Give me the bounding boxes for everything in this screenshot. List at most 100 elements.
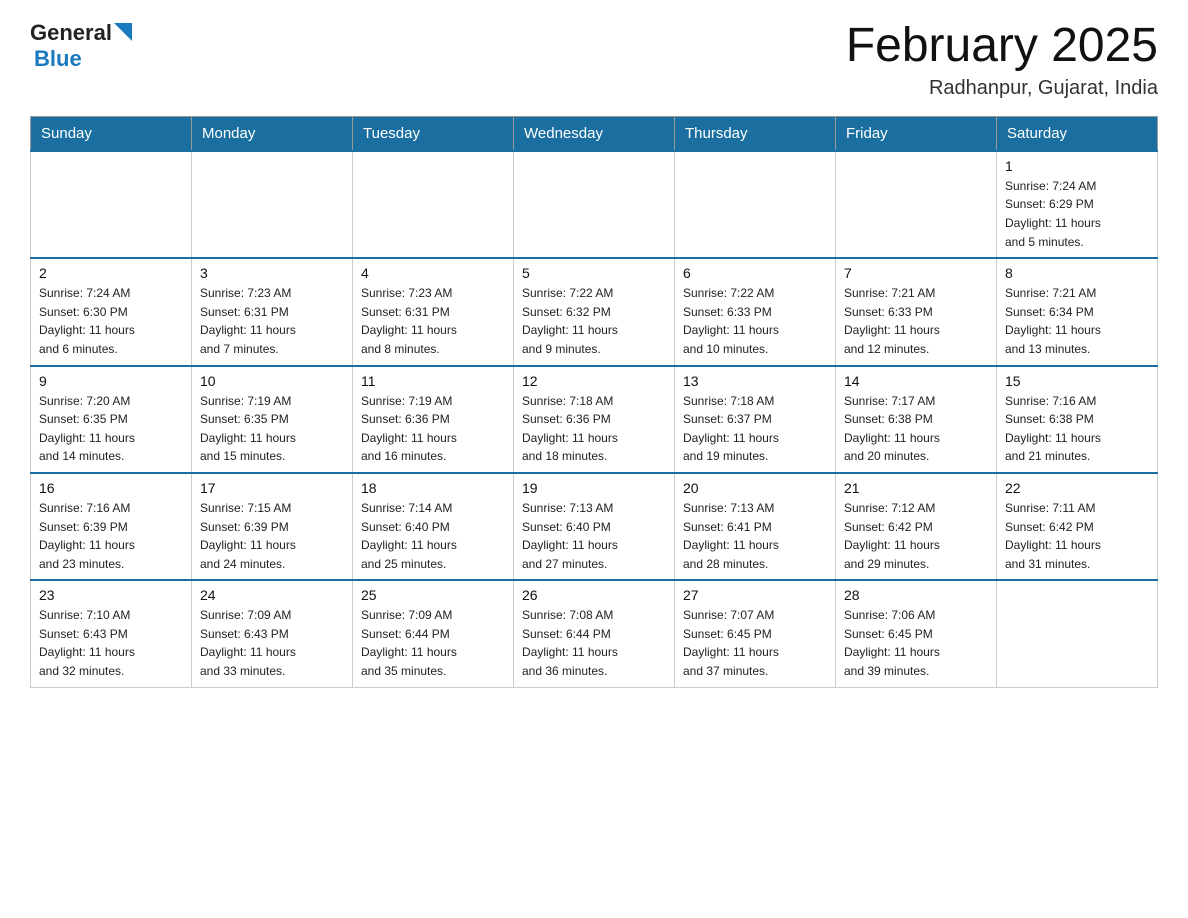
calendar-cell: 19 Sunrise: 7:13 AMSunset: 6:40 PMDayligh… bbox=[514, 473, 675, 580]
day-number: 21 bbox=[844, 480, 988, 496]
day-info: Sunrise: 7:12 AMSunset: 6:42 PMDaylight:… bbox=[844, 499, 988, 573]
day-info: Sunrise: 7:13 AMSunset: 6:41 PMDaylight:… bbox=[683, 499, 827, 573]
logo-general-text: General bbox=[30, 20, 112, 46]
day-number: 22 bbox=[1005, 480, 1149, 496]
day-number: 1 bbox=[1005, 158, 1149, 174]
day-info: Sunrise: 7:16 AMSunset: 6:39 PMDaylight:… bbox=[39, 499, 183, 573]
weekday-header-monday: Monday bbox=[192, 116, 353, 151]
day-info: Sunrise: 7:16 AMSunset: 6:38 PMDaylight:… bbox=[1005, 392, 1149, 466]
day-info: Sunrise: 7:09 AMSunset: 6:43 PMDaylight:… bbox=[200, 606, 344, 680]
day-number: 11 bbox=[361, 373, 505, 389]
calendar-cell: 20 Sunrise: 7:13 AMSunset: 6:41 PMDayligh… bbox=[675, 473, 836, 580]
day-number: 15 bbox=[1005, 373, 1149, 389]
calendar-cell: 8 Sunrise: 7:21 AMSunset: 6:34 PMDaylight… bbox=[997, 258, 1158, 365]
day-number: 12 bbox=[522, 373, 666, 389]
calendar-cell bbox=[997, 580, 1158, 687]
calendar-cell: 16Sunrise: 7:16 AMSunset: 6:39 PMDayligh… bbox=[31, 473, 192, 580]
calendar-cell: 26 Sunrise: 7:08 AMSunset: 6:44 PMDayligh… bbox=[514, 580, 675, 687]
day-info: Sunrise: 7:21 AMSunset: 6:33 PMDaylight:… bbox=[844, 284, 988, 358]
day-info: Sunrise: 7:11 AMSunset: 6:42 PMDaylight:… bbox=[1005, 499, 1149, 573]
day-info: Sunrise: 7:20 AMSunset: 6:35 PMDaylight:… bbox=[39, 392, 183, 466]
calendar-table: SundayMondayTuesdayWednesdayThursdayFrid… bbox=[30, 116, 1158, 688]
day-number: 24 bbox=[200, 587, 344, 603]
day-info: Sunrise: 7:06 AMSunset: 6:45 PMDaylight:… bbox=[844, 606, 988, 680]
month-title: February 2025 bbox=[846, 20, 1158, 73]
calendar-cell: 9 Sunrise: 7:20 AMSunset: 6:35 PMDaylight… bbox=[31, 366, 192, 473]
calendar-cell: 3Sunrise: 7:23 AMSunset: 6:31 PMDaylight… bbox=[192, 258, 353, 365]
calendar-cell: 17 Sunrise: 7:15 AMSunset: 6:39 PMDayligh… bbox=[192, 473, 353, 580]
day-info: Sunrise: 7:18 AMSunset: 6:36 PMDaylight:… bbox=[522, 392, 666, 466]
day-number: 9 bbox=[39, 373, 183, 389]
logo: General Blue bbox=[30, 20, 132, 72]
day-info: Sunrise: 7:17 AMSunset: 6:38 PMDaylight:… bbox=[844, 392, 988, 466]
calendar-cell bbox=[836, 151, 997, 258]
day-number: 10 bbox=[200, 373, 344, 389]
day-number: 28 bbox=[844, 587, 988, 603]
day-info: Sunrise: 7:22 AMSunset: 6:32 PMDaylight:… bbox=[522, 284, 666, 358]
day-number: 18 bbox=[361, 480, 505, 496]
calendar-week-row: 16Sunrise: 7:16 AMSunset: 6:39 PMDayligh… bbox=[31, 473, 1158, 580]
calendar-week-row: 9 Sunrise: 7:20 AMSunset: 6:35 PMDaylight… bbox=[31, 366, 1158, 473]
day-number: 17 bbox=[200, 480, 344, 496]
day-info: Sunrise: 7:15 AMSunset: 6:39 PMDaylight:… bbox=[200, 499, 344, 573]
day-number: 7 bbox=[844, 265, 988, 281]
calendar-cell: 11 Sunrise: 7:19 AMSunset: 6:36 PMDayligh… bbox=[353, 366, 514, 473]
logo-blue-text: Blue bbox=[34, 46, 82, 71]
day-number: 23 bbox=[39, 587, 183, 603]
weekday-header-wednesday: Wednesday bbox=[514, 116, 675, 151]
title-section: February 2025 Radhanpur, Gujarat, India bbox=[846, 20, 1158, 100]
calendar-cell: 28 Sunrise: 7:06 AMSunset: 6:45 PMDayligh… bbox=[836, 580, 997, 687]
day-info: Sunrise: 7:19 AMSunset: 6:35 PMDaylight:… bbox=[200, 392, 344, 466]
day-info: Sunrise: 7:08 AMSunset: 6:44 PMDaylight:… bbox=[522, 606, 666, 680]
calendar-cell: 18 Sunrise: 7:14 AMSunset: 6:40 PMDayligh… bbox=[353, 473, 514, 580]
calendar-cell bbox=[675, 151, 836, 258]
day-info: Sunrise: 7:07 AMSunset: 6:45 PMDaylight:… bbox=[683, 606, 827, 680]
calendar-cell: 12 Sunrise: 7:18 AMSunset: 6:36 PMDayligh… bbox=[514, 366, 675, 473]
day-number: 5 bbox=[522, 265, 666, 281]
calendar-cell: 24 Sunrise: 7:09 AMSunset: 6:43 PMDayligh… bbox=[192, 580, 353, 687]
day-number: 19 bbox=[522, 480, 666, 496]
day-number: 20 bbox=[683, 480, 827, 496]
calendar-cell: 21 Sunrise: 7:12 AMSunset: 6:42 PMDayligh… bbox=[836, 473, 997, 580]
calendar-cell: 15 Sunrise: 7:16 AMSunset: 6:38 PMDayligh… bbox=[997, 366, 1158, 473]
calendar-cell: 4Sunrise: 7:23 AMSunset: 6:31 PMDaylight… bbox=[353, 258, 514, 365]
day-info: Sunrise: 7:09 AMSunset: 6:44 PMDaylight:… bbox=[361, 606, 505, 680]
weekday-header-sunday: Sunday bbox=[31, 116, 192, 151]
day-info: Sunrise: 7:19 AMSunset: 6:36 PMDaylight:… bbox=[361, 392, 505, 466]
location-subtitle: Radhanpur, Gujarat, India bbox=[846, 77, 1158, 100]
day-info: Sunrise: 7:18 AMSunset: 6:37 PMDaylight:… bbox=[683, 392, 827, 466]
day-number: 26 bbox=[522, 587, 666, 603]
weekday-header-tuesday: Tuesday bbox=[353, 116, 514, 151]
day-number: 2 bbox=[39, 265, 183, 281]
page-header: General Blue February 2025 Radhanpur, Gu… bbox=[30, 20, 1158, 100]
day-info: Sunrise: 7:24 AMSunset: 6:30 PMDaylight:… bbox=[39, 284, 183, 358]
calendar-header-row: SundayMondayTuesdayWednesdayThursdayFrid… bbox=[31, 116, 1158, 151]
calendar-cell: 14 Sunrise: 7:17 AMSunset: 6:38 PMDayligh… bbox=[836, 366, 997, 473]
calendar-cell: 6Sunrise: 7:22 AMSunset: 6:33 PMDaylight… bbox=[675, 258, 836, 365]
calendar-cell: 10 Sunrise: 7:19 AMSunset: 6:35 PMDayligh… bbox=[192, 366, 353, 473]
calendar-cell: 5 Sunrise: 7:22 AMSunset: 6:32 PMDaylight… bbox=[514, 258, 675, 365]
calendar-cell: 25 Sunrise: 7:09 AMSunset: 6:44 PMDayligh… bbox=[353, 580, 514, 687]
weekday-header-saturday: Saturday bbox=[997, 116, 1158, 151]
calendar-cell bbox=[514, 151, 675, 258]
day-number: 13 bbox=[683, 373, 827, 389]
calendar-cell: 27Sunrise: 7:07 AMSunset: 6:45 PMDayligh… bbox=[675, 580, 836, 687]
day-number: 14 bbox=[844, 373, 988, 389]
calendar-cell: 1 Sunrise: 7:24 AMSunset: 6:29 PMDaylight… bbox=[997, 151, 1158, 258]
day-number: 3 bbox=[200, 265, 344, 281]
day-info: Sunrise: 7:23 AMSunset: 6:31 PMDaylight:… bbox=[361, 284, 505, 358]
weekday-header-thursday: Thursday bbox=[675, 116, 836, 151]
calendar-cell bbox=[353, 151, 514, 258]
calendar-week-row: 2 Sunrise: 7:24 AMSunset: 6:30 PMDaylight… bbox=[31, 258, 1158, 365]
day-info: Sunrise: 7:14 AMSunset: 6:40 PMDaylight:… bbox=[361, 499, 505, 573]
calendar-cell: 2 Sunrise: 7:24 AMSunset: 6:30 PMDaylight… bbox=[31, 258, 192, 365]
calendar-week-row: 23 Sunrise: 7:10 AMSunset: 6:43 PMDayligh… bbox=[31, 580, 1158, 687]
day-info: Sunrise: 7:13 AMSunset: 6:40 PMDaylight:… bbox=[522, 499, 666, 573]
weekday-header-friday: Friday bbox=[836, 116, 997, 151]
day-number: 8 bbox=[1005, 265, 1149, 281]
day-number: 6 bbox=[683, 265, 827, 281]
day-info: Sunrise: 7:10 AMSunset: 6:43 PMDaylight:… bbox=[39, 606, 183, 680]
day-number: 25 bbox=[361, 587, 505, 603]
day-info: Sunrise: 7:24 AMSunset: 6:29 PMDaylight:… bbox=[1005, 177, 1149, 251]
day-info: Sunrise: 7:21 AMSunset: 6:34 PMDaylight:… bbox=[1005, 284, 1149, 358]
